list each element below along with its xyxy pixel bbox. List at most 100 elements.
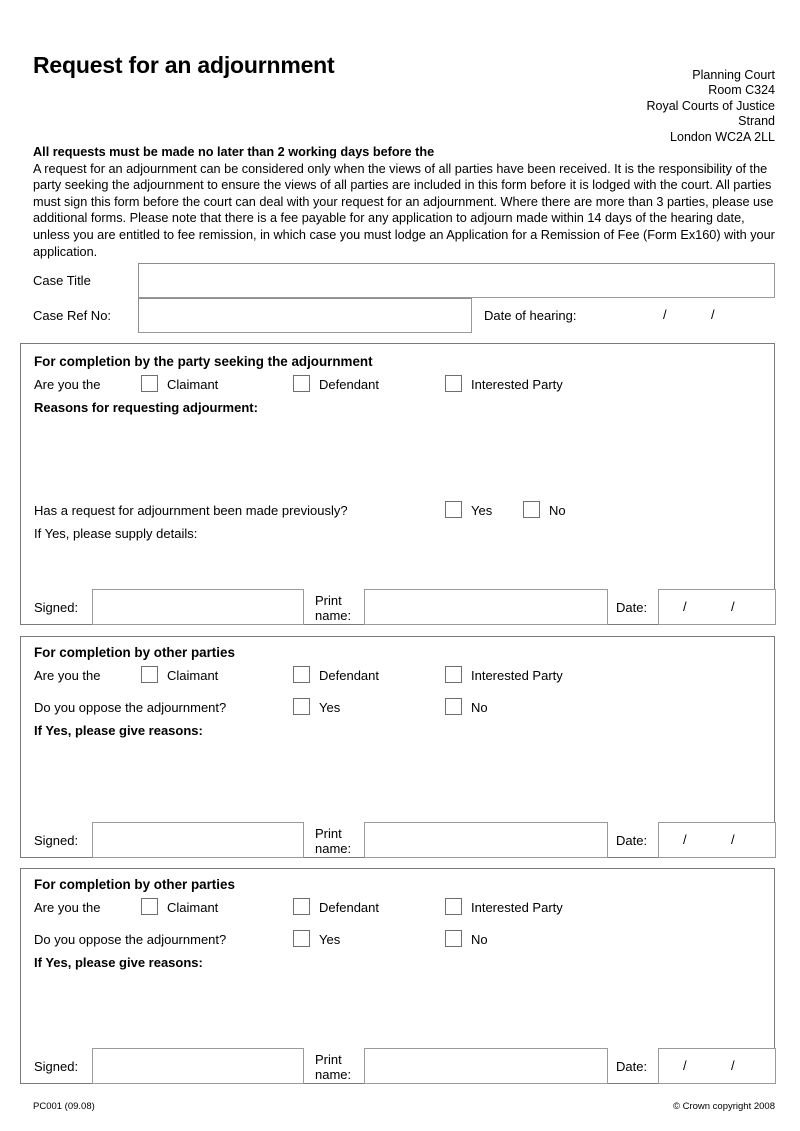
section3-print-name-label: Print name: xyxy=(315,1052,351,1082)
section2-checkbox-oppose-no[interactable] xyxy=(445,698,462,715)
section1-signed-input[interactable] xyxy=(92,589,304,625)
date-of-hearing-label: Date of hearing: xyxy=(484,308,577,323)
footer-form-code: PC001 (09.08) xyxy=(33,1101,95,1112)
section2-oppose-question: Do you oppose the adjournment? xyxy=(34,700,227,715)
section1-are-you-the-label: Are you the xyxy=(34,377,101,392)
section1-print-name-label: Print name: xyxy=(315,593,351,623)
section3-label-interested-party: Interested Party xyxy=(471,900,563,915)
instructions-body: A request for an adjournment can be cons… xyxy=(33,161,775,259)
section2-are-you-the-label: Are you the xyxy=(34,668,101,683)
section3-checkbox-claimant[interactable] xyxy=(141,898,158,915)
section1-checkbox-previous-no[interactable] xyxy=(523,501,540,518)
case-title-input[interactable] xyxy=(138,263,775,298)
section2-signature-strip: Signed: Print name: Date: / / xyxy=(21,822,776,858)
section2-signed-label: Signed: xyxy=(34,833,79,848)
section1-label-previous-yes: Yes xyxy=(471,503,493,518)
section2-label-oppose-no: No xyxy=(471,700,488,715)
section1-checkbox-defendant[interactable] xyxy=(293,375,310,392)
section2-date-label: Date: xyxy=(616,833,648,848)
section1-label-defendant: Defendant xyxy=(319,377,379,392)
section3-are-you-the-label: Are you the xyxy=(34,900,101,915)
section2-date-separator-1: / xyxy=(683,832,687,847)
section3-label-claimant: Claimant xyxy=(167,900,219,915)
section3-checkbox-defendant[interactable] xyxy=(293,898,310,915)
section3-print-name-line2: name: xyxy=(315,1067,352,1082)
section3-date-separator-1: / xyxy=(683,1058,687,1073)
section2-date-input[interactable] xyxy=(658,822,776,858)
section2-signed-input[interactable] xyxy=(92,822,304,858)
section3-if-yes-label: If Yes, please give reasons: xyxy=(34,955,203,970)
section1-heading: For completion by the party seeking the … xyxy=(34,354,373,369)
section3-date-separator-2: / xyxy=(731,1058,735,1073)
footer-copyright: © Crown copyright 2008 xyxy=(672,1101,775,1112)
page-title: Request for an adjournment xyxy=(33,52,335,78)
section1-date-separator-2: / xyxy=(731,599,735,614)
section1-print-name-line2: name: xyxy=(315,608,352,623)
section3-checkbox-oppose-no[interactable] xyxy=(445,930,462,947)
section3-print-name-line1: Print xyxy=(315,1052,342,1067)
section3-heading: For completion by other parties xyxy=(34,877,235,892)
section1-signature-strip: Signed: Print name: Date: / / xyxy=(21,589,776,625)
court-address-line-4: Strand xyxy=(738,114,775,129)
section2-label-oppose-yes: Yes xyxy=(319,700,341,715)
section3-date-label: Date: xyxy=(616,1059,648,1074)
section3-label-defendant: Defendant xyxy=(319,900,379,915)
section2-heading: For completion by other parties xyxy=(34,645,235,660)
instructions-lead: All requests must be made no later than … xyxy=(33,145,435,159)
section1-label-previous-no: No xyxy=(549,503,566,518)
section2-checkbox-defendant[interactable] xyxy=(293,666,310,683)
section2-label-defendant: Defendant xyxy=(319,668,379,683)
section2-print-name-input[interactable] xyxy=(364,822,608,858)
court-address-line-3: Royal Courts of Justice xyxy=(646,98,775,113)
section3-date-input[interactable] xyxy=(658,1048,776,1084)
date-of-hearing-separator-2: / xyxy=(711,307,715,322)
section2-print-name-line2: name: xyxy=(315,841,352,856)
section1-if-yes-input[interactable] xyxy=(34,546,759,584)
section-party-seeking-adjournment: For completion by the party seeking the … xyxy=(20,343,776,625)
section3-label-oppose-yes: Yes xyxy=(319,932,341,947)
section-other-parties-2: For completion by other parties Are you … xyxy=(20,868,776,1084)
court-address-line-1: Planning Court xyxy=(692,68,775,82)
section2-print-name-line1: Print xyxy=(315,826,342,841)
section3-label-oppose-no: No xyxy=(471,932,488,947)
section2-reasons-input[interactable] xyxy=(34,743,759,811)
section3-signature-strip: Signed: Print name: Date: / / xyxy=(21,1048,776,1084)
section-other-parties-1: For completion by other parties Are you … xyxy=(20,636,776,858)
section1-date-separator-1: / xyxy=(683,599,687,614)
court-address-line-5: London WC2A 2LL xyxy=(670,129,775,144)
section1-checkbox-previous-yes[interactable] xyxy=(445,501,462,518)
section2-checkbox-claimant[interactable] xyxy=(141,666,158,683)
court-address-line-2: Room C324 xyxy=(708,83,775,98)
case-title-label: Case Title xyxy=(33,273,91,288)
section1-print-name-input[interactable] xyxy=(364,589,608,625)
section1-signed-label: Signed: xyxy=(34,600,79,615)
section3-checkbox-interested-party[interactable] xyxy=(445,898,462,915)
section1-previous-request-question: Has a request for adjournment been made … xyxy=(34,503,348,518)
court-address-block: Planning Court Room C324 Royal Courts of… xyxy=(646,68,775,145)
section2-label-claimant: Claimant xyxy=(167,668,219,683)
section2-date-separator-2: / xyxy=(731,832,735,847)
form-page: Request for an adjournment Planning Cour… xyxy=(0,0,800,1131)
section2-if-yes-label: If Yes, please give reasons: xyxy=(34,723,203,738)
section1-label-interested-party: Interested Party xyxy=(471,377,563,392)
section3-reasons-input[interactable] xyxy=(34,975,759,1037)
case-ref-label: Case Ref No: xyxy=(33,308,112,323)
section2-print-name-label: Print name: xyxy=(315,826,351,856)
section1-if-yes-label: If Yes, please supply details: xyxy=(34,526,198,541)
section3-signed-label: Signed: xyxy=(34,1059,79,1074)
section3-signed-input[interactable] xyxy=(92,1048,304,1084)
page-header: Request for an adjournment Planning Cour… xyxy=(33,48,775,144)
section2-checkbox-oppose-yes[interactable] xyxy=(293,698,310,715)
section1-checkbox-interested-party[interactable] xyxy=(445,375,462,392)
section1-checkbox-claimant[interactable] xyxy=(141,375,158,392)
case-ref-input[interactable] xyxy=(138,298,472,333)
section1-date-input[interactable] xyxy=(658,589,776,625)
instructions-block: All requests must be made no later than … xyxy=(33,144,777,260)
section2-checkbox-interested-party[interactable] xyxy=(445,666,462,683)
section3-print-name-input[interactable] xyxy=(364,1048,608,1084)
section1-reasons-input[interactable] xyxy=(34,420,759,498)
section1-reasons-label: Reasons for requesting adjourment: xyxy=(34,400,258,415)
date-of-hearing-separator-1: / xyxy=(663,307,667,322)
section1-date-label: Date: xyxy=(616,600,648,615)
section3-checkbox-oppose-yes[interactable] xyxy=(293,930,310,947)
